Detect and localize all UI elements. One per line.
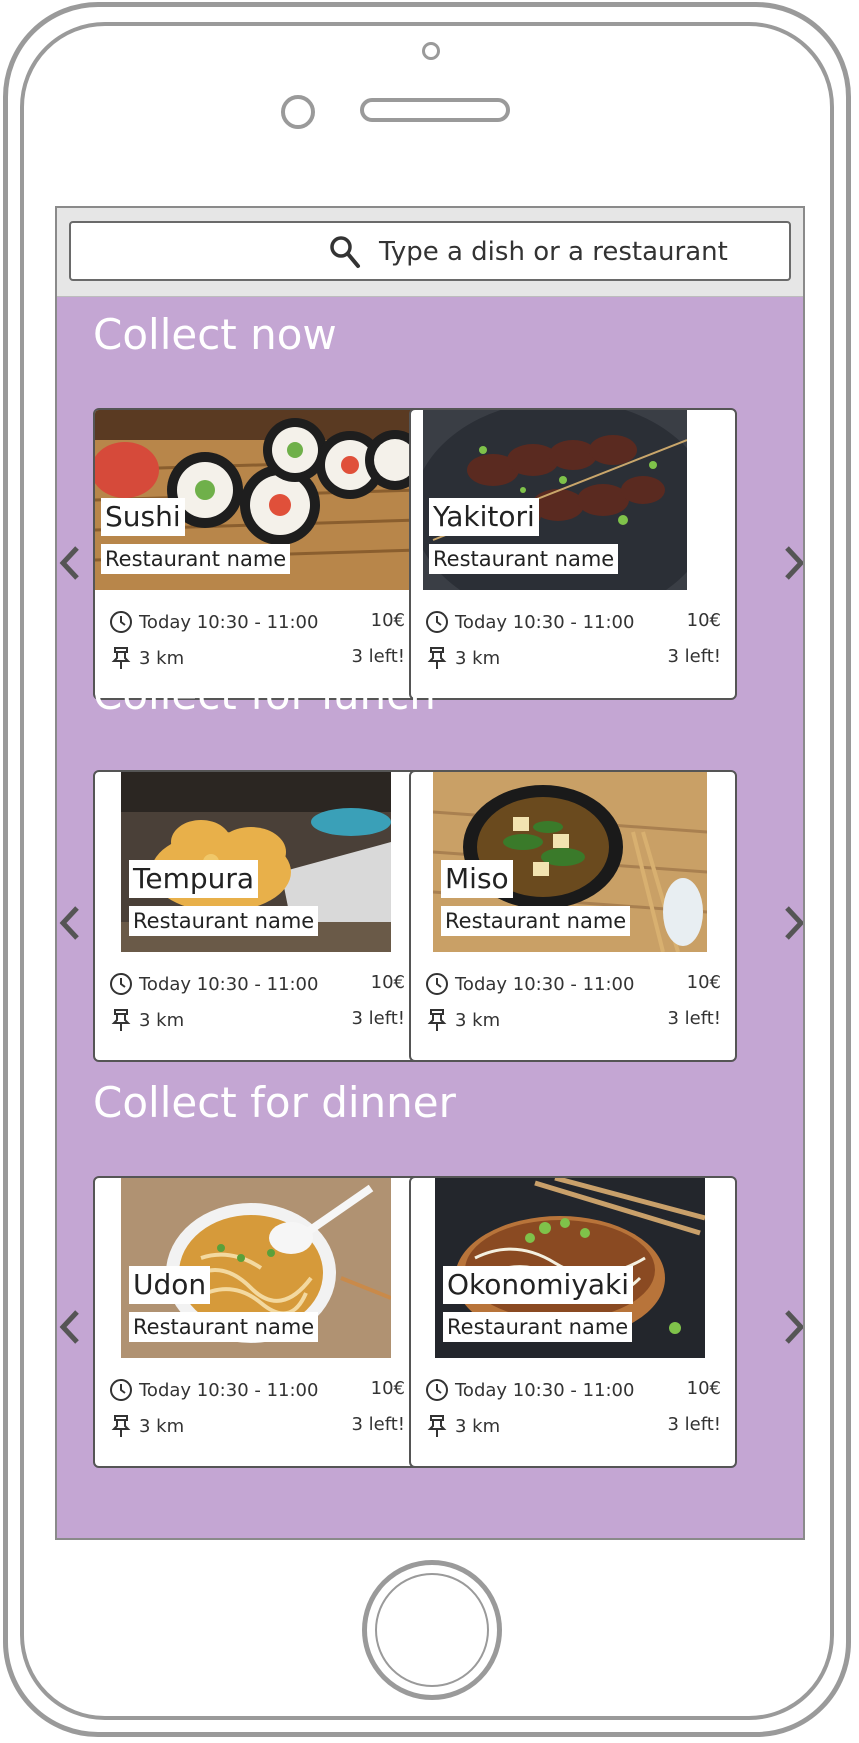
dish-image: Tempura Restaurant name <box>121 772 391 952</box>
chevron-left-icon[interactable] <box>59 1308 81 1346</box>
pin-icon <box>111 1009 131 1031</box>
clock-icon <box>426 1379 448 1401</box>
dish-image: Yakitori Restaurant name <box>423 410 687 590</box>
dish-name: Miso <box>441 860 513 898</box>
price: 10€ <box>686 972 721 993</box>
price: 10€ <box>686 610 721 631</box>
price: 10€ <box>370 610 405 631</box>
dish-image: Okonomiyaki Restaurant name <box>435 1178 705 1358</box>
items-left: 3 left! <box>351 1008 405 1029</box>
price: 10€ <box>370 1378 405 1399</box>
distance: 3 km <box>455 1009 501 1031</box>
dish-image: Udon Restaurant name <box>121 1178 391 1358</box>
clock-icon <box>426 611 448 633</box>
items-left: 3 left! <box>667 646 721 667</box>
search-bar: Type a dish or a restaurant <box>57 208 803 297</box>
dish-card-yakitori[interactable]: Yakitori Restaurant name Today 10:30 - 1… <box>409 408 737 700</box>
earpiece-speaker <box>360 98 510 122</box>
clock-icon <box>110 973 132 995</box>
restaurant-name: Restaurant name <box>129 1312 319 1342</box>
items-left: 3 left! <box>667 1414 721 1435</box>
pickup-time: Today 10:30 - 11:00 <box>455 611 635 633</box>
restaurant-name: Restaurant name <box>441 906 631 936</box>
restaurant-name: Restaurant name <box>443 1312 633 1342</box>
pin-icon <box>427 1415 447 1437</box>
dish-card-miso[interactable]: Miso Restaurant name Today 10:30 - 11:00… <box>409 770 737 1062</box>
price: 10€ <box>370 972 405 993</box>
chevron-right-icon[interactable] <box>783 904 805 942</box>
chevron-left-icon[interactable] <box>59 544 81 582</box>
dish-card-okonomiyaki[interactable]: Okonomiyaki Restaurant name Today 10:30 … <box>409 1176 737 1468</box>
pin-icon <box>427 647 447 669</box>
distance: 3 km <box>139 1009 185 1031</box>
distance: 3 km <box>455 647 501 669</box>
clock-icon <box>110 1379 132 1401</box>
distance: 3 km <box>139 1415 185 1437</box>
section-title-collect-for-lunch: Collect for lunch <box>93 670 436 719</box>
chevron-right-icon[interactable] <box>783 544 805 582</box>
dish-card-udon[interactable]: Udon Restaurant name Today 10:30 - 11:00… <box>93 1176 421 1468</box>
proximity-sensor <box>422 42 440 60</box>
clock-icon <box>110 611 132 633</box>
section-title-collect-now: Collect now <box>93 310 337 359</box>
dish-name: Okonomiyaki <box>443 1266 634 1304</box>
restaurant-name: Restaurant name <box>429 544 619 574</box>
pin-icon <box>111 1415 131 1437</box>
home-button[interactable] <box>362 1560 502 1700</box>
section-title-collect-for-dinner: Collect for dinner <box>93 1078 456 1127</box>
pickup-time: Today 10:30 - 11:00 <box>139 611 319 633</box>
restaurant-name: Restaurant name <box>129 906 319 936</box>
items-left: 3 left! <box>351 1414 405 1435</box>
chevron-right-icon[interactable] <box>783 1308 805 1346</box>
dish-name: Sushi <box>101 498 185 536</box>
dish-name: Udon <box>129 1266 211 1304</box>
dish-name: Yakitori <box>429 498 539 536</box>
dish-name: Tempura <box>129 860 259 898</box>
front-camera <box>281 95 315 129</box>
dish-image: Miso Restaurant name <box>433 772 707 952</box>
distance: 3 km <box>139 647 185 669</box>
items-left: 3 left! <box>667 1008 721 1029</box>
dish-image: Sushi Restaurant name <box>95 410 419 590</box>
dish-card-tempura[interactable]: Tempura Restaurant name Today 10:30 - 11… <box>93 770 421 1062</box>
pin-icon <box>111 647 131 669</box>
search-input[interactable]: Type a dish or a restaurant <box>69 221 791 281</box>
pin-icon <box>427 1009 447 1031</box>
restaurant-name: Restaurant name <box>101 544 291 574</box>
distance: 3 km <box>455 1415 501 1437</box>
chevron-left-icon[interactable] <box>59 904 81 942</box>
app-screen: Type a dish or a restaurant Collect now <box>55 206 805 1540</box>
items-left: 3 left! <box>351 646 405 667</box>
pickup-time: Today 10:30 - 11:00 <box>139 1379 319 1401</box>
pickup-time: Today 10:30 - 11:00 <box>455 1379 635 1401</box>
search-placeholder: Type a dish or a restaurant <box>379 237 728 267</box>
price: 10€ <box>686 1378 721 1399</box>
dish-card-sushi[interactable]: Sushi Restaurant name Today 10:30 - 11:0… <box>93 408 421 700</box>
pickup-time: Today 10:30 - 11:00 <box>139 973 319 995</box>
search-icon <box>330 236 360 268</box>
pickup-time: Today 10:30 - 11:00 <box>455 973 635 995</box>
clock-icon <box>426 973 448 995</box>
